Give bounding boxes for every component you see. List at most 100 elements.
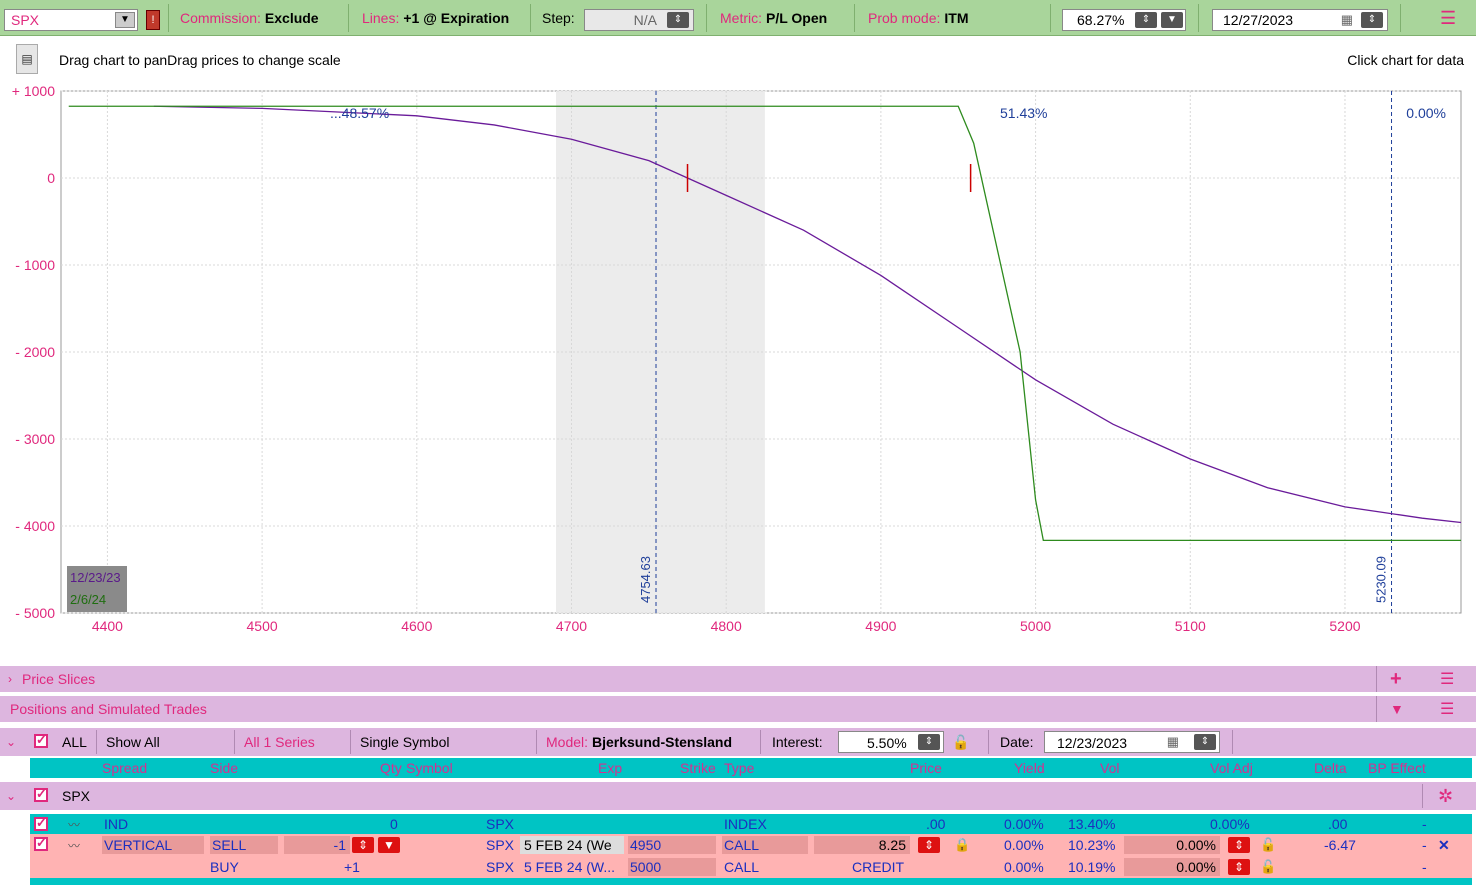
analysis-toolbar: SPX ▼ ! Commission: Exclude Lines: +1 @ … xyxy=(0,0,1476,36)
divider xyxy=(1050,4,1051,32)
row-price[interactable]: 8.25 xyxy=(814,836,910,854)
prob-mode-setting[interactable]: Prob mode: ITM xyxy=(868,4,968,32)
select-all-checkbox[interactable] xyxy=(34,732,48,748)
row-vol-adj[interactable]: 0.00% xyxy=(1124,836,1220,854)
divider xyxy=(1400,4,1401,32)
price-slices-panel[interactable]: › Price Slices + ☰ xyxy=(0,666,1476,692)
col-vol-adj[interactable]: Vol Adj xyxy=(1210,758,1253,778)
qty-spinner-icon[interactable]: ⇕ xyxy=(352,837,374,853)
interest-field[interactable]: 5.50% ⇕ xyxy=(838,731,944,753)
row-checkbox[interactable] xyxy=(34,815,48,831)
date-field[interactable]: 12/27/2023 ▦ ⇕ xyxy=(1212,9,1388,31)
row-qty[interactable]: +1 xyxy=(344,856,360,878)
spinner-icon[interactable]: ⇕ xyxy=(1361,12,1383,28)
lock-icon[interactable]: 🔒 xyxy=(954,834,970,856)
y-tick-label: 0 xyxy=(47,170,55,186)
chevron-right-icon[interactable]: › xyxy=(8,672,12,686)
lock-icon[interactable]: 🔓 xyxy=(952,734,969,751)
row-strike[interactable]: 5000 xyxy=(628,858,716,876)
col-qty[interactable]: Qty xyxy=(380,758,402,778)
show-all-dropdown[interactable]: Show All xyxy=(106,734,160,750)
step-field[interactable]: N/A ⇕ xyxy=(584,9,694,31)
symbol-mode-dropdown[interactable]: Single Symbol xyxy=(360,734,450,750)
positions-column-header: Spread Side Qty Symbol Exp Strike Type P… xyxy=(30,758,1472,778)
col-exp[interactable]: Exp xyxy=(598,758,622,778)
row-vol-adj[interactable]: 0.00% xyxy=(1210,814,1250,834)
row-checkbox[interactable] xyxy=(34,835,48,851)
spinner-icon[interactable]: ⇕ xyxy=(1135,12,1157,28)
row-qty[interactable]: 0 xyxy=(390,814,398,834)
positions-panel-header[interactable]: Positions and Simulated Trades ▼ ☰ xyxy=(0,696,1476,722)
spinner-icon[interactable]: ⇕ xyxy=(1194,734,1216,750)
col-delta[interactable]: Delta xyxy=(1314,758,1347,778)
menu-icon[interactable]: ☰ xyxy=(1440,699,1454,719)
commission-setting[interactable]: Commission: Exclude xyxy=(180,4,319,32)
table-row[interactable]: 〰 IND 0 SPX INDEX .00 0.00% 13.40% 0.00%… xyxy=(30,814,1472,834)
add-icon[interactable]: + xyxy=(1390,668,1402,691)
col-type[interactable]: Type xyxy=(724,758,754,778)
col-yield[interactable]: Yield xyxy=(1014,758,1045,778)
risk-profile-chart-area[interactable]: ▤ Drag chart to panDrag prices to change… xyxy=(0,36,1476,662)
col-price[interactable]: Price xyxy=(910,758,942,778)
chevron-down-icon[interactable]: ⌄ xyxy=(6,735,16,749)
collapse-icon[interactable]: ▼ xyxy=(1390,701,1404,717)
row-delta: .00 xyxy=(1328,816,1348,832)
calendar-icon[interactable]: ▦ xyxy=(1167,734,1179,750)
chevron-down-icon[interactable]: ▼ xyxy=(115,12,135,28)
menu-icon[interactable]: ☰ xyxy=(1440,8,1456,29)
group-checkbox[interactable] xyxy=(34,786,48,802)
positions-date-field[interactable]: 12/23/2023 ▦ ⇕ xyxy=(1044,731,1220,753)
spinner-icon[interactable]: ⇕ xyxy=(667,12,689,28)
chevron-down-icon[interactable]: ▼ xyxy=(378,837,400,853)
price-spinner-icon[interactable]: ⇕ xyxy=(918,837,940,853)
col-symbol[interactable]: Symbol xyxy=(406,758,453,778)
voladj-spinner-icon[interactable]: ⇕ xyxy=(1228,859,1250,875)
divider xyxy=(706,4,707,32)
group-symbol: SPX xyxy=(62,788,91,804)
col-side[interactable]: Side xyxy=(210,758,238,778)
row-type[interactable]: CALL xyxy=(724,856,759,878)
alert-icon[interactable]: ! xyxy=(146,10,160,30)
divider xyxy=(988,730,989,754)
col-vol[interactable]: Vol xyxy=(1100,758,1119,778)
gear-icon[interactable]: ✲ xyxy=(1438,786,1453,807)
chevron-down-icon[interactable]: ⌄ xyxy=(6,789,16,803)
col-strike[interactable]: Strike xyxy=(680,758,716,778)
positions-date-value: 12/23/2023 xyxy=(1057,735,1128,751)
row-type[interactable]: CALL xyxy=(722,836,808,854)
col-bp-effect[interactable]: BP Effect xyxy=(1368,758,1426,778)
voladj-spinner-icon[interactable]: ⇕ xyxy=(1228,837,1250,853)
series-dropdown[interactable]: All 1 Series xyxy=(244,734,315,750)
menu-icon[interactable]: ☰ xyxy=(1440,669,1454,689)
row-side[interactable]: SELL xyxy=(210,836,278,854)
metric-setting[interactable]: Metric: P/L Open xyxy=(720,4,827,32)
row-side[interactable]: BUY xyxy=(210,856,239,878)
row-strike[interactable]: 4950 xyxy=(628,836,716,854)
symbol-select[interactable]: SPX ▼ xyxy=(4,9,138,31)
row-price[interactable]: .00 xyxy=(926,814,945,834)
lines-setting[interactable]: Lines: +1 @ Expiration xyxy=(362,4,509,32)
chevron-down-icon[interactable]: ▼ xyxy=(1161,12,1183,28)
row-exp[interactable]: 5 FEB 24 (We xyxy=(520,836,624,854)
interest-value: 5.50% xyxy=(867,735,907,751)
row-yield: 0.00% xyxy=(1004,816,1044,832)
col-spread[interactable]: Spread xyxy=(102,758,147,778)
pl-chart[interactable]: 4400 4500 4600 4700 4800 4900 5000 5100 5200 + 10… xyxy=(0,36,1476,662)
table-row[interactable]: 〰 VERTICAL SELL -1 ⇕ ▼ SPX 5 FEB 24 (We … xyxy=(30,834,1472,856)
table-row[interactable]: BUY +1 SPX 5 FEB 24 (W... 5000 CALL CRED… xyxy=(30,856,1472,878)
probability-field[interactable]: 68.27% ⇕ ▼ xyxy=(1062,9,1186,31)
row-vol-adj[interactable]: 0.00% xyxy=(1124,858,1220,876)
calendar-icon[interactable]: ▦ xyxy=(1341,12,1353,28)
y-tick-label: - 4000 xyxy=(15,518,55,534)
divider xyxy=(1232,730,1233,754)
row-spread[interactable]: VERTICAL xyxy=(102,836,204,854)
symbol-group-row[interactable]: ⌄ SPX ✲ xyxy=(0,782,1476,810)
model-dropdown[interactable]: Bjerksund-Stensland xyxy=(592,734,732,750)
spinner-icon[interactable]: ⇕ xyxy=(918,734,940,750)
divider xyxy=(530,4,531,32)
unlock-icon[interactable]: 🔓 xyxy=(1260,834,1276,856)
unlock-icon[interactable]: 🔓 xyxy=(1260,856,1276,878)
row-qty[interactable]: -1 xyxy=(284,836,350,854)
row-exp[interactable]: 5 FEB 24 (W... xyxy=(524,856,615,878)
close-icon[interactable]: ✕ xyxy=(1438,834,1450,856)
